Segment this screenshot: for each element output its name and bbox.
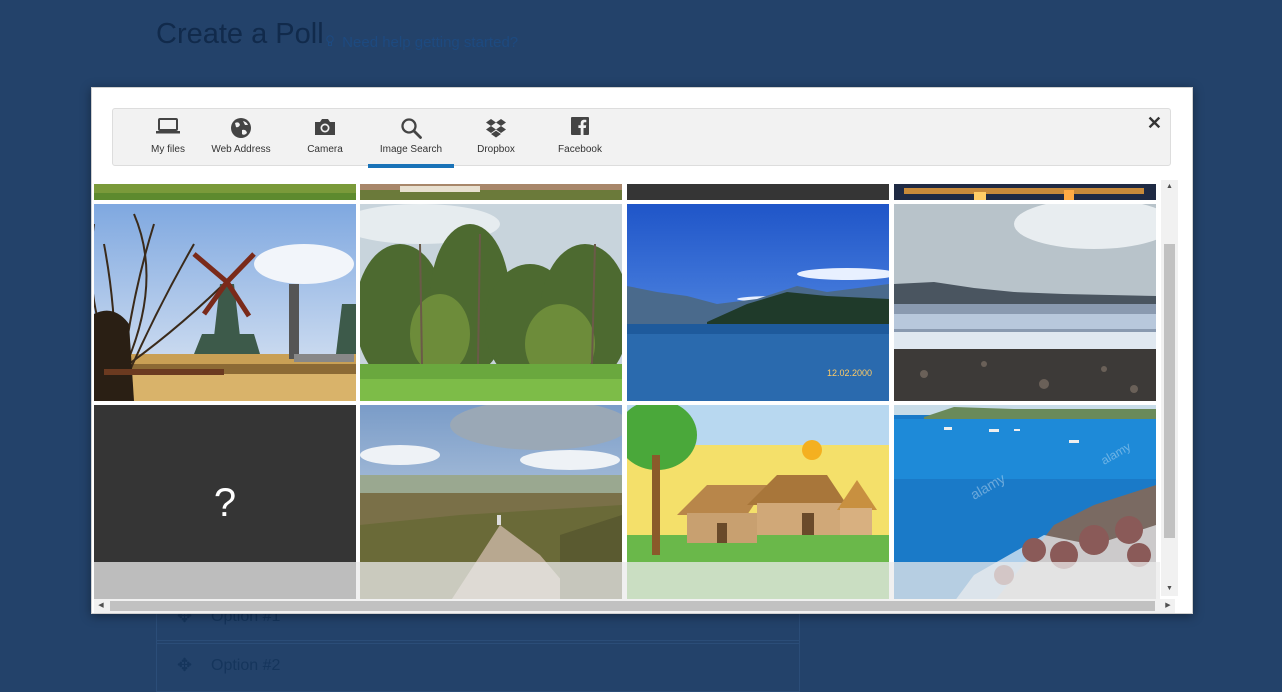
- image-result-windmill[interactable]: [94, 204, 356, 401]
- tab-label: Image Search: [379, 144, 443, 155]
- broken-image-icon: ?: [213, 481, 237, 525]
- tab-image-search[interactable]: Image Search: [368, 109, 454, 168]
- image-results-grid: 12.02.2000 ? alamy alamy: [94, 184, 1160, 599]
- tab-web-address[interactable]: Web Address: [203, 109, 279, 167]
- tab-dropbox[interactable]: Dropbox: [461, 109, 531, 167]
- globe-icon: [203, 117, 279, 139]
- close-button[interactable]: ✕: [1147, 113, 1162, 133]
- option-label: Option #2: [211, 657, 281, 674]
- image-result-shore[interactable]: [894, 204, 1156, 401]
- search-icon: [368, 117, 454, 139]
- poll-option-2[interactable]: ✥ Option #2: [156, 640, 800, 692]
- lightbulb-icon: [326, 34, 338, 51]
- dropbox-icon: [461, 117, 531, 139]
- close-icon: ✕: [1146, 113, 1162, 133]
- source-tabs: My files Web Address Camera Image Search: [112, 108, 1171, 168]
- help-link[interactable]: Need help getting started?: [326, 34, 518, 51]
- camera-icon: [289, 117, 361, 139]
- tab-label: Camera: [307, 144, 343, 155]
- active-tab-indicator: [368, 164, 454, 168]
- vertical-scroll-thumb[interactable]: [1164, 244, 1175, 538]
- image-result-forest[interactable]: [360, 204, 622, 401]
- scroll-down-arrow-icon[interactable]: ▼: [1161, 582, 1178, 596]
- page-title: Create a Poll: [156, 18, 324, 50]
- image-result[interactable]: [894, 184, 1156, 200]
- tab-label: Facebook: [558, 144, 602, 155]
- scroll-right-arrow-icon[interactable]: ▶: [1161, 599, 1175, 613]
- tab-camera[interactable]: Camera: [289, 109, 361, 167]
- tab-label: Dropbox: [477, 144, 515, 155]
- horizontal-scroll-thumb[interactable]: [110, 601, 1155, 611]
- scroll-left-arrow-icon[interactable]: ◀: [94, 599, 108, 613]
- image-picker-modal: My files Web Address Camera Image Search: [91, 87, 1193, 614]
- svg-text:12.02.2000: 12.02.2000: [827, 368, 872, 378]
- tab-label: Web Address: [211, 144, 271, 155]
- facebook-icon: [545, 117, 615, 139]
- image-result-lake[interactable]: 12.02.2000: [627, 204, 889, 401]
- image-result[interactable]: [627, 184, 889, 200]
- tab-my-files[interactable]: My files: [133, 109, 203, 167]
- tab-facebook[interactable]: Facebook: [545, 109, 615, 167]
- tab-label: My files: [151, 144, 185, 155]
- scroll-up-arrow-icon[interactable]: ▲: [1161, 180, 1178, 194]
- image-result[interactable]: [94, 184, 356, 200]
- horizontal-scrollbar[interactable]: ◀ ▶: [94, 599, 1175, 613]
- move-icon[interactable]: ✥: [177, 655, 192, 676]
- loading-overlay: [94, 562, 1160, 599]
- help-link-label: Need help getting started?: [342, 34, 519, 51]
- image-result[interactable]: [360, 184, 622, 200]
- vertical-scrollbar[interactable]: ▲ ▼: [1161, 180, 1178, 596]
- laptop-icon: [133, 117, 203, 139]
